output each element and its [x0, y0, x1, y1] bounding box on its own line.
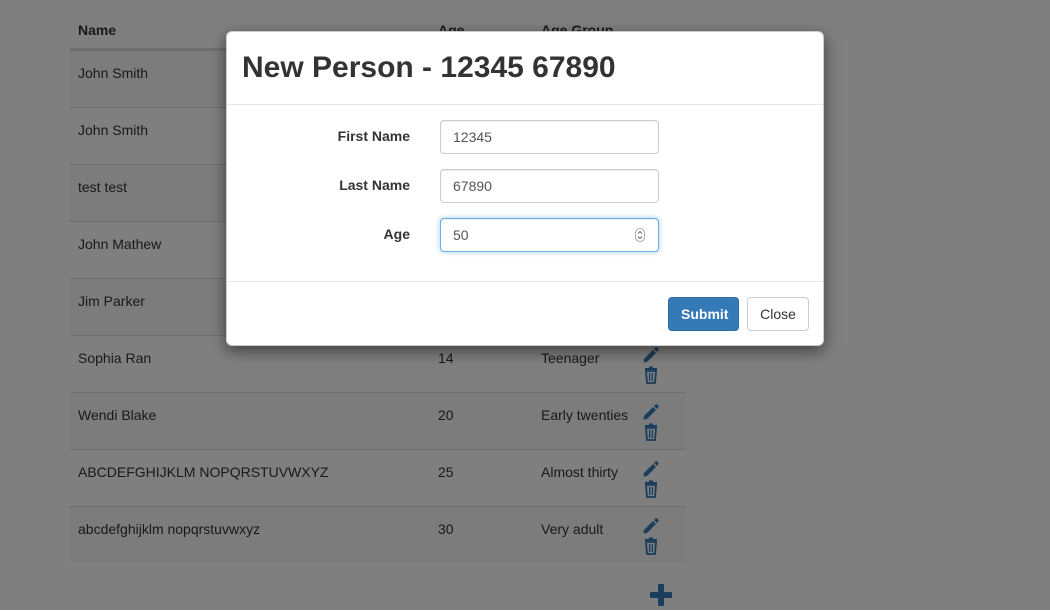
- last-name-label: Last Name: [339, 177, 410, 193]
- number-spinner-icon[interactable]: [635, 228, 645, 242]
- modal-header: New Person - 12345 67890: [227, 32, 823, 105]
- first-name-row: First Name: [227, 120, 823, 154]
- last-name-input[interactable]: [440, 169, 659, 203]
- modal-footer: Submit Close: [227, 281, 823, 346]
- age-input[interactable]: [440, 218, 659, 252]
- new-person-modal: New Person - 12345 67890 First Name Last…: [226, 31, 824, 346]
- first-name-label: First Name: [337, 128, 410, 144]
- modal-title: New Person - 12345 67890: [242, 51, 616, 84]
- first-name-input[interactable]: [440, 120, 659, 154]
- last-name-row: Last Name: [227, 169, 823, 203]
- close-button[interactable]: Close: [747, 297, 809, 331]
- age-label: Age: [383, 226, 410, 242]
- age-row: Age: [227, 218, 823, 252]
- submit-button[interactable]: Submit: [668, 297, 739, 331]
